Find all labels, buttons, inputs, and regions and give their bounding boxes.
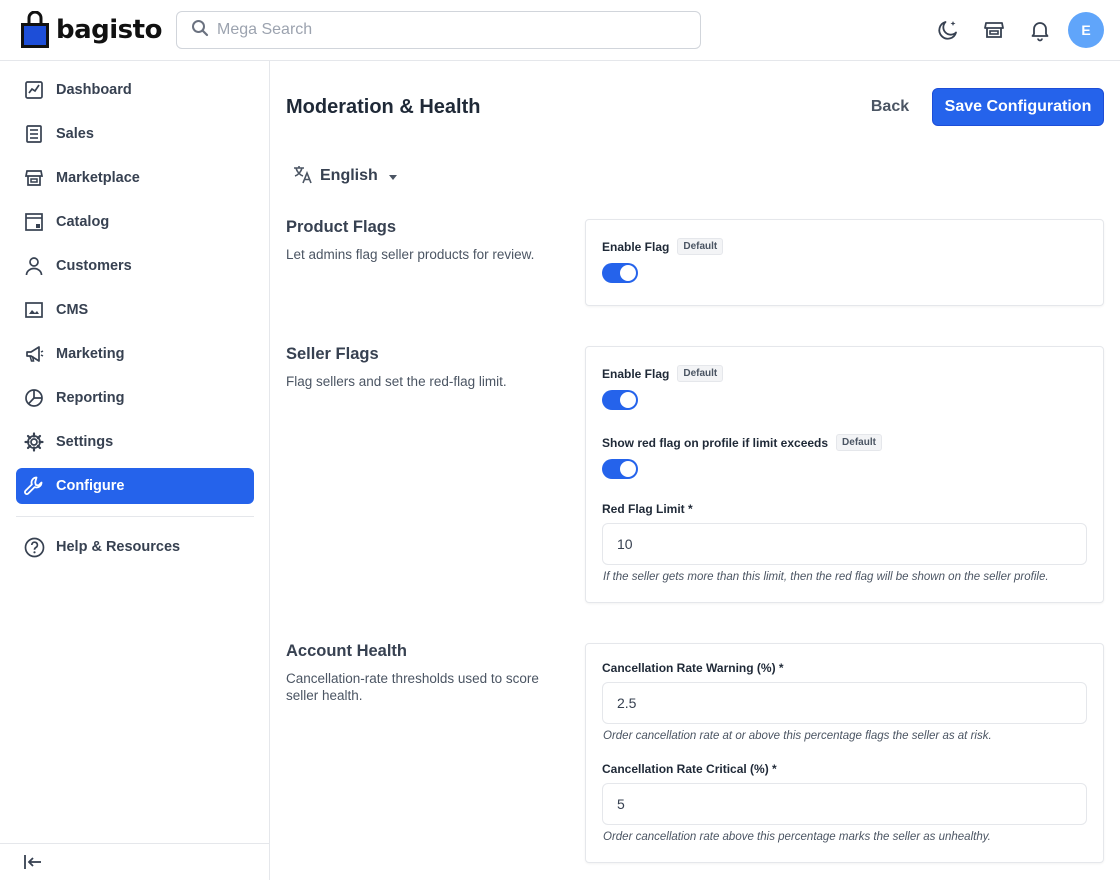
sidebar-item-help[interactable]: Help & Resources bbox=[16, 529, 254, 565]
pie-chart-icon bbox=[23, 387, 45, 409]
sidebar-item-marketplace[interactable]: Marketplace bbox=[16, 160, 254, 196]
cancellation-warning-hint: Order cancellation rate at or above this… bbox=[603, 730, 992, 742]
cancellation-warning-input[interactable] bbox=[602, 682, 1087, 724]
default-badge: Default bbox=[836, 434, 882, 451]
sidebar-item-configure[interactable]: Configure bbox=[16, 468, 254, 504]
gear-icon bbox=[23, 431, 45, 453]
product-flags-description: Let admins flag seller products for revi… bbox=[286, 247, 535, 262]
sidebar-item-settings[interactable]: Settings bbox=[16, 424, 254, 460]
seller-flags-card: Enable Flag Default Show red flag on pro… bbox=[585, 346, 1104, 603]
cancellation-critical-hint: Order cancellation rate above this perce… bbox=[603, 831, 991, 843]
locale-label: English bbox=[320, 167, 378, 184]
default-badge: Default bbox=[677, 365, 724, 382]
dark-mode-icon[interactable] bbox=[930, 12, 966, 48]
red-flag-limit-hint: If the seller gets more than this limit,… bbox=[603, 571, 1049, 583]
show-red-flag-toggle[interactable] bbox=[602, 459, 638, 479]
shopping-bag-icon bbox=[20, 10, 50, 49]
sidebar-footer-divider bbox=[0, 843, 270, 844]
caret-down-icon bbox=[388, 167, 398, 186]
help-icon bbox=[23, 536, 45, 558]
customers-icon bbox=[23, 255, 45, 277]
brand-name: bagisto bbox=[56, 15, 162, 45]
cancellation-critical-input[interactable] bbox=[602, 783, 1087, 825]
search-icon bbox=[191, 19, 209, 41]
megaphone-icon bbox=[23, 343, 45, 365]
seller-flags-title: Seller Flags bbox=[286, 345, 379, 363]
search-input[interactable] bbox=[217, 21, 657, 39]
top-bar: bagisto E bbox=[0, 0, 1120, 61]
sales-icon bbox=[23, 123, 45, 145]
sidebar-item-cms[interactable]: CMS bbox=[16, 292, 254, 328]
product-flags-card: Enable Flag Default bbox=[585, 219, 1104, 306]
user-avatar[interactable]: E bbox=[1068, 12, 1104, 48]
default-badge: Default bbox=[677, 238, 724, 255]
cancellation-warning-label: Cancellation Rate Warning (%) * bbox=[602, 661, 784, 675]
catalog-icon bbox=[23, 211, 45, 233]
cms-icon bbox=[23, 299, 45, 321]
seller-flags-description: Flag sellers and set the red-flag limit. bbox=[286, 374, 507, 389]
back-button[interactable]: Back bbox=[856, 88, 924, 126]
sidebar: Dashboard Sales Marketplace Catalog Cust… bbox=[0, 61, 270, 880]
product-enable-flag-toggle[interactable] bbox=[602, 263, 638, 283]
product-enable-flag-label: Enable Flag Default bbox=[602, 238, 724, 255]
store-icon bbox=[23, 167, 45, 189]
brand-logo[interactable]: bagisto bbox=[20, 10, 162, 49]
red-flag-limit-input[interactable] bbox=[602, 523, 1087, 565]
sidebar-item-customers[interactable]: Customers bbox=[16, 248, 254, 284]
mega-search-box[interactable] bbox=[176, 11, 701, 49]
collapse-sidebar-icon[interactable] bbox=[22, 851, 46, 875]
show-red-flag-label: Show red flag on profile if limit exceed… bbox=[602, 434, 882, 451]
page-title: Moderation & Health bbox=[286, 96, 481, 118]
storefront-icon[interactable] bbox=[976, 12, 1012, 48]
bell-icon[interactable] bbox=[1022, 12, 1058, 48]
seller-enable-flag-toggle[interactable] bbox=[602, 390, 638, 410]
red-flag-limit-label: Red Flag Limit * bbox=[602, 502, 693, 516]
translate-icon bbox=[292, 163, 314, 189]
account-health-card: Cancellation Rate Warning (%) * Order ca… bbox=[585, 643, 1104, 863]
wrench-icon bbox=[23, 475, 45, 497]
product-flags-title: Product Flags bbox=[286, 218, 397, 236]
sidebar-divider bbox=[16, 516, 254, 517]
account-health-description: Cancellation-rate thresholds used to sco… bbox=[286, 671, 539, 703]
sidebar-item-catalog[interactable]: Catalog bbox=[16, 204, 254, 240]
dashboard-icon bbox=[23, 79, 45, 101]
sidebar-item-marketing[interactable]: Marketing bbox=[16, 336, 254, 372]
locale-switcher[interactable]: English bbox=[292, 163, 398, 189]
sidebar-item-sales[interactable]: Sales bbox=[16, 116, 254, 152]
seller-enable-flag-label: Enable Flag Default bbox=[602, 365, 724, 382]
sidebar-item-dashboard[interactable]: Dashboard bbox=[16, 72, 254, 108]
account-health-title: Account Health bbox=[286, 642, 408, 660]
cancellation-critical-label: Cancellation Rate Critical (%) * bbox=[602, 762, 777, 776]
sidebar-item-reporting[interactable]: Reporting bbox=[16, 380, 254, 416]
save-configuration-button[interactable]: Save Configuration bbox=[932, 88, 1104, 126]
